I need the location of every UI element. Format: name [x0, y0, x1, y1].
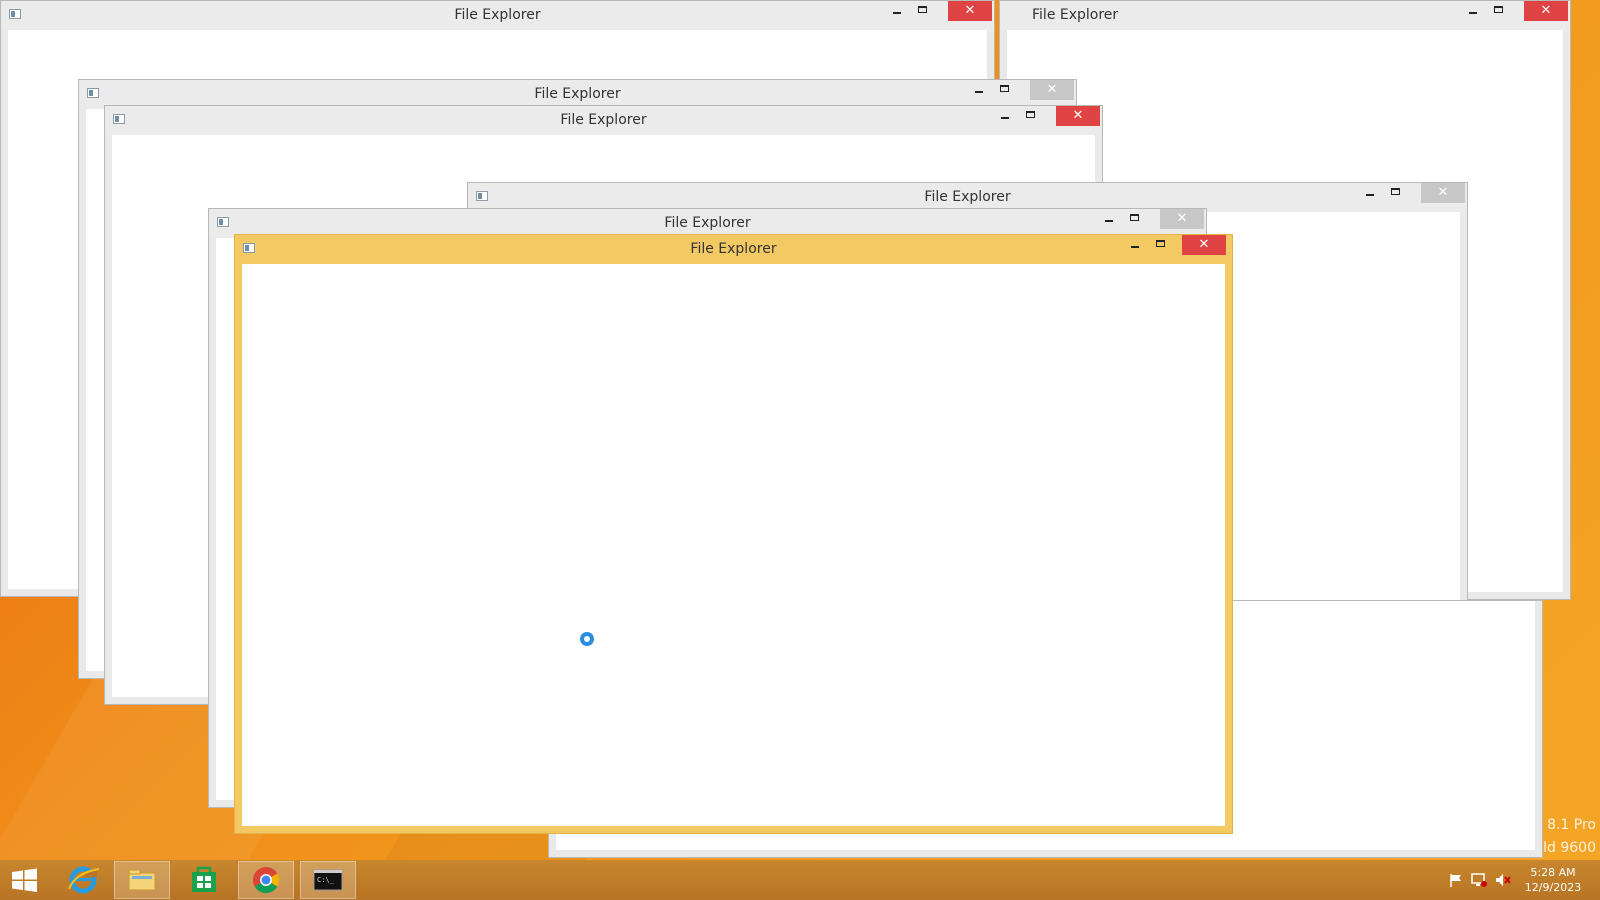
- minimize-button[interactable]: [1122, 235, 1148, 255]
- maximize-button[interactable]: [910, 1, 936, 21]
- maximize-button[interactable]: [1018, 106, 1044, 126]
- action-center-flag-icon[interactable]: [1448, 872, 1464, 888]
- minimize-button[interactable]: [1096, 209, 1122, 229]
- maximize-icon: [918, 6, 927, 13]
- minimize-icon: [1469, 12, 1477, 14]
- maximize-button[interactable]: [1148, 235, 1174, 255]
- taskbar-store[interactable]: [176, 861, 232, 899]
- command-prompt-icon: C:\_: [313, 869, 343, 891]
- maximize-icon: [1391, 188, 1400, 195]
- maximize-icon: [1026, 111, 1035, 118]
- start-button[interactable]: [0, 861, 50, 899]
- store-icon: [192, 866, 216, 892]
- internet-explorer-icon: [68, 866, 100, 894]
- window-title: File Explorer: [454, 7, 541, 23]
- title-bar[interactable]: File Explorer ✕: [1, 1, 994, 30]
- close-button[interactable]: ✕: [1030, 80, 1074, 100]
- taskbar-file-explorer[interactable]: [114, 861, 170, 899]
- title-bar[interactable]: File Explorer ✕: [1000, 1, 1570, 30]
- window-title: File Explorer: [534, 86, 621, 102]
- maximize-icon: [1494, 6, 1503, 13]
- minimize-button[interactable]: [884, 1, 910, 21]
- maximize-button[interactable]: [1383, 183, 1409, 203]
- maximize-icon: [1130, 214, 1139, 221]
- minimize-button[interactable]: [1460, 1, 1486, 21]
- close-button[interactable]: ✕: [1421, 183, 1465, 203]
- minimize-icon: [975, 91, 983, 93]
- maximize-button[interactable]: [1122, 209, 1148, 229]
- minimize-button[interactable]: [1357, 183, 1383, 203]
- windows-start-icon: [12, 868, 37, 892]
- window-title: File Explorer: [560, 112, 647, 128]
- minimize-icon: [1366, 194, 1374, 196]
- clock-date: 12/9/2023: [1524, 881, 1582, 894]
- minimize-button[interactable]: [992, 106, 1018, 126]
- title-bar[interactable]: File Explorer ✕: [105, 106, 1102, 135]
- taskbar-internet-explorer[interactable]: [55, 861, 111, 899]
- window-title: File Explorer: [924, 189, 1011, 205]
- taskbar-chrome[interactable]: [238, 861, 294, 899]
- svg-text:C:\_: C:\_: [317, 876, 335, 884]
- taskbar-clock[interactable]: 5:28 AM 12/9/2023: [1518, 865, 1588, 895]
- maximize-button[interactable]: [1486, 1, 1512, 21]
- minimize-icon: [893, 12, 901, 14]
- window-title: File Explorer: [664, 215, 751, 231]
- minimize-icon: [1001, 117, 1009, 119]
- minimize-icon: [1105, 220, 1113, 222]
- close-button[interactable]: ✕: [948, 1, 992, 21]
- maximize-icon: [1156, 240, 1165, 247]
- file-explorer-window-active[interactable]: File Explorer ✕: [234, 234, 1233, 834]
- os-watermark-build: ld 9600: [1543, 840, 1596, 856]
- close-button[interactable]: ✕: [1056, 106, 1100, 126]
- desktop[interactable]: File Explorer ✕ ✕ File Explorer ✕ File E…: [0, 0, 1600, 900]
- chrome-icon: [253, 867, 280, 894]
- maximize-button[interactable]: [992, 80, 1018, 100]
- window-client-area[interactable]: [242, 264, 1225, 826]
- os-watermark-edition: 8.1 Pro: [1547, 817, 1596, 833]
- busy-cursor-icon: [580, 632, 594, 646]
- minimize-button[interactable]: [966, 80, 992, 100]
- window-title: File Explorer: [690, 241, 777, 257]
- file-explorer-icon: [128, 869, 156, 891]
- taskbar[interactable]: C:\_ 5:28 AM 12/9/2023: [0, 860, 1600, 900]
- close-button[interactable]: ✕: [1160, 209, 1204, 229]
- volume-muted-icon[interactable]: [1494, 872, 1512, 888]
- close-button[interactable]: ✕: [1182, 235, 1226, 255]
- minimize-icon: [1131, 246, 1139, 248]
- close-button[interactable]: ✕: [1524, 1, 1568, 21]
- system-tray[interactable]: [1448, 860, 1518, 900]
- network-icon[interactable]: [1470, 872, 1488, 888]
- maximize-icon: [1000, 85, 1009, 92]
- title-bar[interactable]: File Explorer ✕: [235, 235, 1232, 264]
- clock-time: 5:28 AM: [1530, 866, 1576, 879]
- taskbar-command-prompt[interactable]: C:\_: [300, 861, 356, 899]
